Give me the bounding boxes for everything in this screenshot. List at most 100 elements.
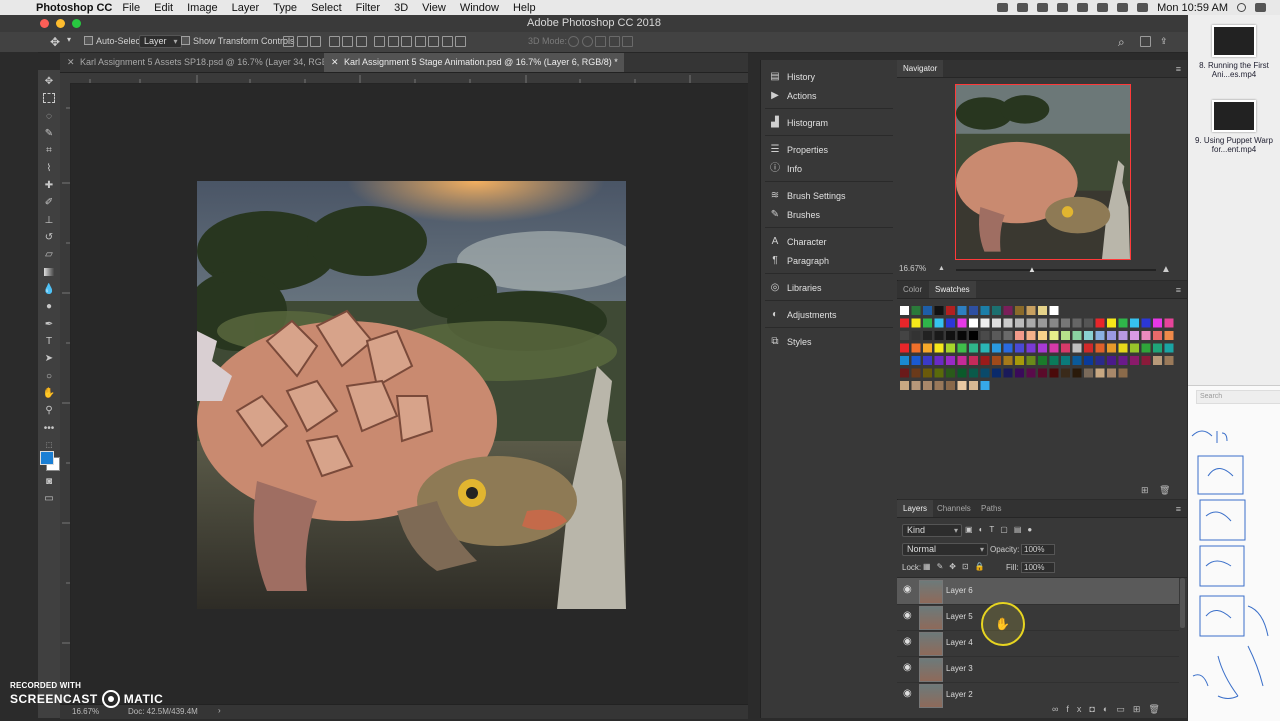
menu-filter[interactable]: Filter: [356, 2, 380, 14]
type-tool-icon[interactable]: T: [42, 334, 56, 348]
color-swatch[interactable]: [1164, 318, 1174, 328]
color-swatch[interactable]: [969, 318, 978, 328]
color-swatch[interactable]: [992, 343, 1001, 353]
color-swatch[interactable]: [934, 331, 944, 340]
color-swatch[interactable]: [923, 331, 932, 340]
color-swatch[interactable]: [1164, 343, 1174, 353]
layer-style-icon[interactable]: fx: [1066, 704, 1089, 714]
color-swatch[interactable]: [1072, 343, 1082, 353]
distribute-right-icon[interactable]: [441, 36, 453, 47]
align-right-icon[interactable]: [355, 36, 367, 47]
color-swatch[interactable]: [1061, 331, 1070, 340]
lasso-tool-icon[interactable]: ◌: [42, 109, 56, 123]
close-tab-icon[interactable]: ✕: [331, 53, 339, 72]
panel-menu-icon[interactable]: ≡: [1176, 285, 1181, 295]
dock-properties[interactable]: ☰ Properties: [761, 141, 897, 159]
dock-actions[interactable]: ▶ Actions: [761, 87, 897, 105]
color-swatch[interactable]: [980, 368, 990, 378]
lock-all-icon[interactable]: 🔒: [975, 562, 991, 571]
color-swatch[interactable]: [923, 343, 932, 353]
dock-info[interactable]: ⓘ Info: [761, 160, 897, 178]
color-swatch[interactable]: [992, 318, 1001, 328]
color-swatch[interactable]: [1072, 368, 1082, 378]
color-swatch[interactable]: [1026, 318, 1036, 328]
color-swatch[interactable]: [911, 368, 921, 378]
color-swatch[interactable]: [1003, 306, 1013, 315]
timemachine-icon[interactable]: [1057, 3, 1069, 12]
filter-adjustment-icon[interactable]: ◐: [979, 525, 990, 534]
color-swatch[interactable]: [900, 343, 909, 353]
filter-smart-object-icon[interactable]: ▤: [1014, 525, 1028, 534]
clock[interactable]: Mon 10:59 AM: [1157, 2, 1228, 14]
color-swatch[interactable]: [934, 381, 944, 390]
history-brush-tool-icon[interactable]: ↺: [42, 230, 56, 244]
color-swatch[interactable]: [923, 318, 932, 328]
distribute-top-icon[interactable]: [374, 36, 386, 47]
color-swatch[interactable]: [1049, 343, 1059, 353]
color-swatch[interactable]: [1118, 343, 1128, 353]
color-swatch[interactable]: [1153, 318, 1162, 328]
layers-scrollbar[interactable]: [1180, 578, 1185, 628]
color-swatch[interactable]: [1003, 368, 1013, 378]
color-swatch[interactable]: [946, 381, 955, 390]
zoom-tool-icon[interactable]: ⚲: [42, 403, 56, 417]
fill-field[interactable]: 100%: [1021, 562, 1056, 573]
auto-select-dropdown[interactable]: Layer: [139, 35, 182, 48]
navigator-zoom-value[interactable]: 16.67%: [899, 264, 926, 273]
color-swatch[interactable]: [1049, 318, 1059, 328]
distribute-bottom-icon[interactable]: [401, 36, 413, 47]
align-bottom-icon[interactable]: [310, 36, 322, 47]
align-left-icon[interactable]: [328, 36, 340, 47]
color-swatch[interactable]: [1153, 331, 1162, 340]
move-tool-preset-icon[interactable]: ✥: [50, 35, 60, 49]
menu-view[interactable]: View: [422, 2, 446, 14]
color-swatch[interactable]: [969, 368, 978, 378]
color-swatch[interactable]: [1130, 356, 1139, 365]
3d-pan-icon[interactable]: [595, 36, 607, 47]
color-swatch[interactable]: [1015, 318, 1024, 328]
color-swatch[interactable]: [934, 318, 944, 328]
color-swatch[interactable]: [1107, 356, 1116, 365]
dock-paragraph[interactable]: ¶ Paragraph: [761, 252, 897, 270]
color-swatch[interactable]: [969, 381, 978, 390]
color-swatch[interactable]: [1049, 306, 1059, 315]
lock-transparent-icon[interactable]: ▦: [923, 562, 937, 571]
dodge-tool-icon[interactable]: ●: [42, 299, 56, 313]
hand-tool-icon[interactable]: ✋: [42, 386, 56, 400]
zoom-slider-thumb[interactable]: ▲: [1028, 265, 1036, 274]
color-swatch[interactable]: [1130, 318, 1139, 328]
tab-paths[interactable]: Paths: [975, 500, 1007, 517]
3d-rotate-icon[interactable]: [568, 36, 579, 47]
color-swatch[interactable]: [1141, 343, 1151, 353]
quick-mask-icon[interactable]: ◙: [42, 474, 56, 488]
transform-controls-checkbox[interactable]: Show Transform Controls: [181, 36, 295, 46]
tab-assets-document[interactable]: ✕ Karl Assignment 5 Assets SP18.psd @ 16…: [60, 53, 342, 86]
color-swatch[interactable]: [1118, 331, 1128, 340]
panel-menu-icon[interactable]: ≡: [1176, 504, 1181, 514]
color-swatch[interactable]: [900, 356, 909, 365]
dock-character[interactable]: A Character: [761, 233, 897, 251]
color-swatch[interactable]: [1026, 343, 1036, 353]
color-swatch[interactable]: [1164, 356, 1174, 365]
sketch-search[interactable]: Search: [1196, 390, 1280, 404]
screen-mode-icon[interactable]: ▭: [42, 491, 56, 505]
color-swatch[interactable]: [992, 356, 1001, 365]
move-tool-icon[interactable]: ✥: [42, 74, 56, 88]
delete-layer-icon[interactable]: 🗑: [1148, 704, 1167, 714]
color-swatch[interactable]: [911, 306, 921, 315]
color-swatch[interactable]: [957, 381, 967, 390]
color-swatch[interactable]: [1095, 356, 1105, 365]
color-swatch[interactable]: [980, 356, 990, 365]
layer-filter-dropdown[interactable]: Kind: [902, 524, 962, 537]
swatch-grid[interactable]: [900, 306, 1180, 418]
color-swatch[interactable]: [1153, 343, 1162, 353]
color-swatch[interactable]: [1130, 331, 1139, 340]
filter-shape-icon[interactable]: ▢: [1000, 525, 1014, 534]
dock-adjustments[interactable]: ◐ Adjustments: [761, 306, 897, 324]
3d-slide-icon[interactable]: [608, 36, 620, 47]
color-swatch[interactable]: [1061, 343, 1070, 353]
crop-tool-icon[interactable]: ⌗: [42, 143, 56, 157]
color-swatch[interactable]: [1084, 343, 1093, 353]
color-swatch[interactable]: [980, 306, 990, 315]
dock-histogram[interactable]: ▟ Histogram: [761, 114, 897, 132]
